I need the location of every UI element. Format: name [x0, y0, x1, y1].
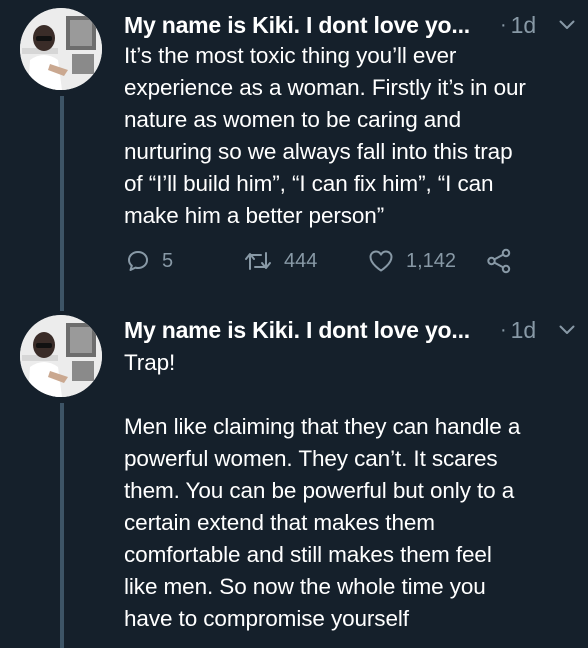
tweet-text: It’s the most toxic thing you’ll ever ex…	[124, 43, 526, 228]
time-separator: ·	[499, 318, 507, 341]
tweet[interactable]: My name is Kiki. I dont love yo... · 1d …	[0, 305, 588, 648]
retweet-arrows-icon	[244, 250, 272, 272]
heart-outline-icon	[368, 249, 394, 273]
time-separator: ·	[499, 13, 507, 36]
retweet-button[interactable]: 444	[244, 246, 317, 276]
chevron-down-icon[interactable]	[558, 16, 576, 34]
avatar[interactable]	[20, 315, 102, 397]
tweet-actions: 5 444 1,142	[126, 246, 566, 276]
tweet-header: My name is Kiki. I dont love yo... · 1d	[124, 315, 576, 345]
tweet[interactable]: My name is Kiki. I dont love yo... · 1d …	[0, 0, 588, 311]
thread-line	[60, 403, 64, 648]
tweet-header: My name is Kiki. I dont love yo... · 1d	[124, 10, 576, 40]
avatar[interactable]	[20, 8, 102, 90]
thread-line	[60, 96, 64, 311]
author-name[interactable]: My name is Kiki. I dont love yo...	[124, 12, 470, 39]
timestamp[interactable]: 1d	[511, 12, 537, 39]
chevron-down-icon[interactable]	[558, 321, 576, 339]
retweet-count: 444	[284, 249, 318, 272]
avatar-photo	[20, 8, 102, 90]
like-count: 1,142	[406, 249, 457, 272]
tweet-text: Trap! Men like claiming that they can ha…	[124, 350, 521, 631]
like-button[interactable]: 1,142	[368, 246, 456, 276]
reply-button[interactable]: 5	[126, 246, 173, 276]
share-button[interactable]	[486, 246, 512, 276]
reply-bubble-icon	[126, 249, 150, 273]
author-name[interactable]: My name is Kiki. I dont love yo...	[124, 317, 470, 344]
avatar-photo	[20, 315, 102, 397]
share-nodes-icon	[486, 248, 512, 274]
timestamp[interactable]: 1d	[511, 317, 537, 344]
reply-count: 5	[162, 249, 174, 272]
